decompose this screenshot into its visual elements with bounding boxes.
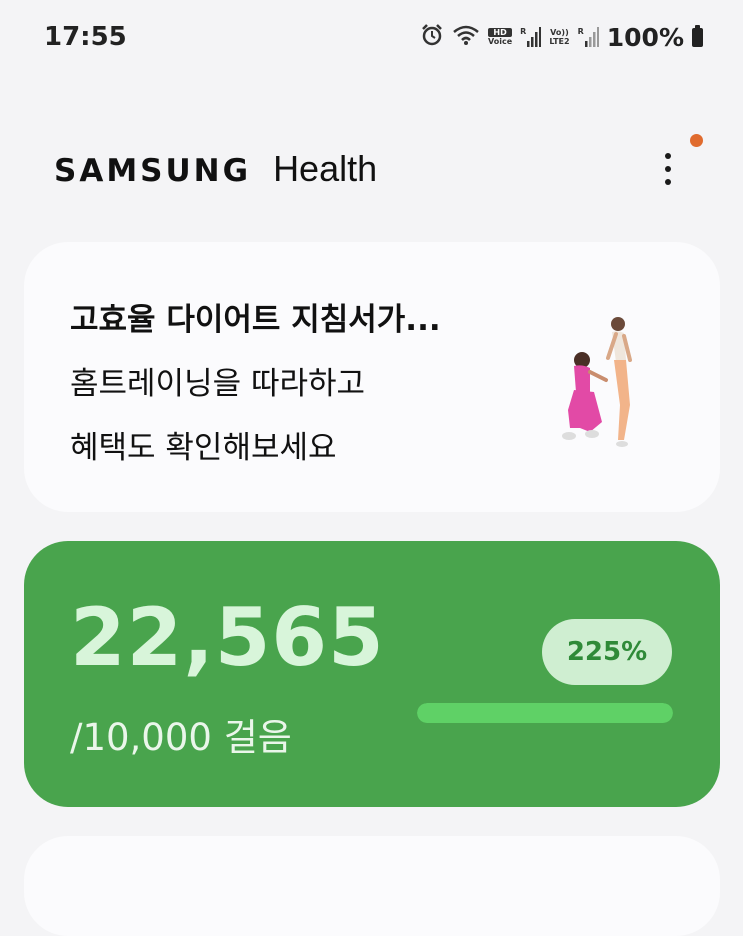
notification-dot <box>690 134 703 147</box>
battery-percent: 100% <box>606 22 684 52</box>
steps-card[interactable]: 22,565 /10,000 걸음 225% <box>24 541 720 807</box>
voice-label: Voice <box>487 37 513 46</box>
more-vert-icon-dot <box>665 166 671 172</box>
promo-subtitle-2: 혜택도 확인해보세요 <box>70 430 337 466</box>
signal-icon: R <box>520 27 542 47</box>
promo-card[interactable]: 고효율 다이어트 지침서가... 홈트레이닝을 따라하고 혜택도 확인해보세요 <box>24 242 720 512</box>
fitness-models-image <box>562 317 632 447</box>
steps-progress-bar <box>417 703 673 723</box>
brand-health: Health <box>273 148 378 189</box>
promo-title: 고효율 다이어트 지침서가... <box>70 302 441 338</box>
roaming-label-2: R <box>577 27 584 36</box>
steps-progress-fill <box>417 703 673 723</box>
wifi-icon <box>452 24 480 50</box>
next-card[interactable] <box>24 836 720 936</box>
brand-samsung: SAMSUNG <box>54 153 252 189</box>
more-options-button[interactable] <box>650 144 686 194</box>
status-time: 17:55 <box>44 22 127 52</box>
volte-label: Vo)) <box>550 28 569 37</box>
more-vert-icon-dot <box>665 179 671 185</box>
app-logo: SAMSUNG Health <box>54 148 377 190</box>
lte2-label: LTE2 <box>549 37 570 46</box>
battery-icon <box>692 24 703 47</box>
alarm-icon <box>420 23 444 51</box>
status-icons: HD Voice R Vo)) LTE2 R 100% <box>420 20 703 54</box>
status-bar: 17:55 HD Voice R Vo)) LTE2 R 100% <box>0 0 743 72</box>
roaming-label: R <box>520 27 527 36</box>
steps-count: 22,565 <box>70 591 385 684</box>
volte-icon: Vo)) LTE2 <box>549 28 569 46</box>
app-header: SAMSUNG Health <box>0 130 743 210</box>
hd-label: HD <box>487 28 513 37</box>
signal-icon-2: R <box>578 27 599 47</box>
steps-goal: /10,000 걸음 <box>70 716 292 759</box>
hd-voice-icon: HD Voice <box>487 28 513 46</box>
more-vert-icon <box>665 153 671 159</box>
promo-subtitle-1: 홈트레이닝을 따라하고 <box>70 366 366 402</box>
steps-percent-badge: 225% <box>542 619 672 685</box>
